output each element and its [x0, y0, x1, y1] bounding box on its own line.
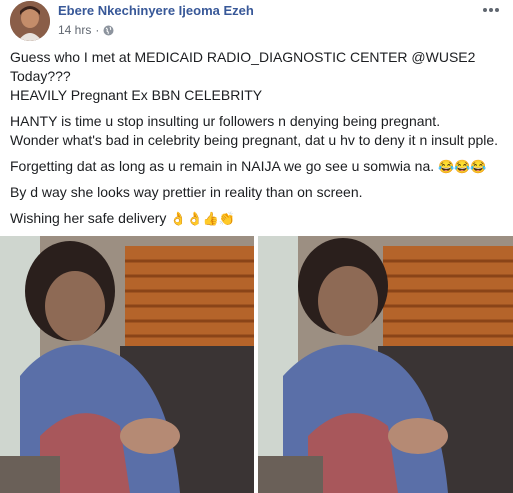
post-line: HEAVILY Pregnant Ex BBN CELEBRITY: [10, 87, 263, 103]
post-line: Forgetting dat as long as u remain in NA…: [10, 157, 505, 176]
post-line: Wonder what's bad in celebrity being pre…: [10, 132, 499, 148]
post-time[interactable]: 14 hrs: [58, 23, 91, 37]
author-name[interactable]: Ebere Nkechinyere Ijeoma Ezeh: [58, 3, 254, 18]
post-line-text: Forgetting dat as long as u remain in NA…: [10, 158, 435, 174]
post-line: Guess who I met at MEDICAID RADIO_DIAGNO…: [10, 49, 476, 65]
photo-grid: [0, 236, 513, 493]
post-header: Ebere Nkechinyere Ijeoma Ezeh 14 hrs ·: [0, 0, 513, 41]
avatar[interactable]: [10, 1, 50, 41]
post-line: Wishing her safe delivery 👌👌👍👏: [10, 209, 505, 228]
post-line: HANTY is time u stop insulting ur follow…: [10, 113, 441, 129]
hand-emoji-icons: 👌👌👍👏: [170, 211, 236, 226]
photo-right[interactable]: [258, 236, 513, 493]
post-line: Today???: [10, 68, 71, 84]
laughing-emoji-icons: 😂😂😂: [438, 159, 487, 174]
post-text: Guess who I met at MEDICAID RADIO_DIAGNO…: [10, 48, 505, 228]
post-line-text: Wishing her safe delivery: [10, 210, 167, 226]
globe-icon[interactable]: [103, 25, 114, 36]
post-meta: 14 hrs ·: [58, 23, 114, 37]
post-line: By d way she looks way prettier in reali…: [10, 184, 363, 200]
photo-left[interactable]: [0, 236, 254, 493]
more-options-icon[interactable]: [483, 4, 503, 16]
